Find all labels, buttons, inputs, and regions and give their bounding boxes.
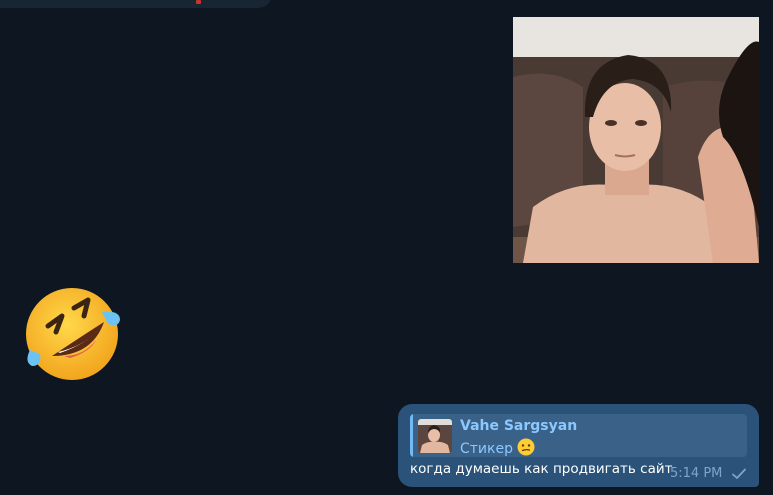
photo-sticker-image [513,17,759,263]
reply-author-name: Vahe Sargsyan [460,418,578,434]
emoji-sticker-image [26,288,120,380]
message-time: 5:14 PM [670,466,723,481]
reply-preview[interactable]: Vahe Sargsyan Стикер [410,414,747,457]
outgoing-message-bubble[interactable]: Vahe Sargsyan Стикер когда думаешь как п… [398,404,759,487]
single-check-icon [731,466,747,480]
reply-accent-bar [410,414,413,457]
confused-face-icon [517,438,535,457]
reply-preview-text: Стикер [460,438,535,457]
chat-history[interactable]: Vahe Sargsyan Стикер когда думаешь как п… [0,0,773,495]
rolling-on-floor-laughing-icon[interactable] [22,286,122,382]
reply-preview-label: Стикер [460,441,513,457]
previous-message-fragment [196,0,201,4]
reply-thumbnail [418,419,452,453]
photo-sticker[interactable] [513,17,759,263]
previous-message-bubble[interactable] [0,0,272,8]
message-text: когда думаешь как продвигать сайт [410,461,673,477]
